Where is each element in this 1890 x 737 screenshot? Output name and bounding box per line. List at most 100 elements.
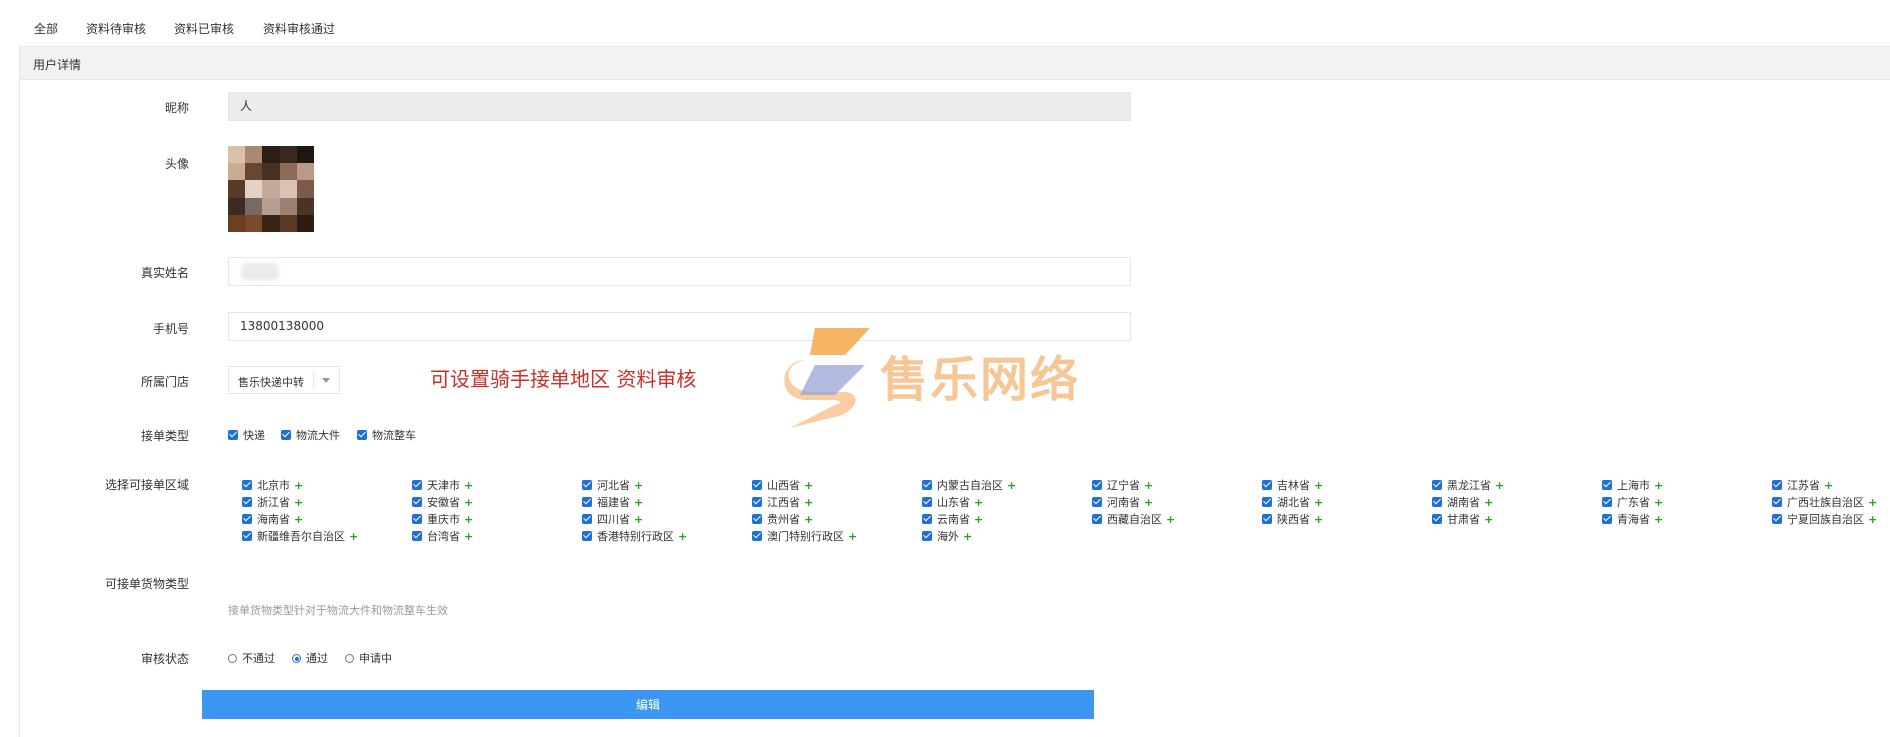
plus-icon[interactable]: +: [294, 479, 303, 492]
region-checkbox[interactable]: 四川省 +: [582, 511, 643, 527]
tab-pending-review[interactable]: 资料待审核: [86, 20, 146, 37]
region-checkbox[interactable]: 香港特别行政区 +: [582, 528, 687, 544]
review-status-rejected[interactable]: 不通过: [228, 650, 275, 666]
region-checkbox[interactable]: 青海省 +: [1602, 511, 1663, 527]
region-label: 湖北省: [1277, 496, 1310, 509]
plus-icon[interactable]: +: [1654, 513, 1663, 526]
order-type-express[interactable]: 快递: [228, 427, 265, 443]
plus-icon[interactable]: +: [464, 530, 473, 543]
region-checkbox[interactable]: 河北省 +: [582, 477, 643, 493]
region-checkbox[interactable]: 山东省 +: [922, 494, 983, 510]
plus-icon[interactable]: +: [1314, 479, 1323, 492]
plus-icon[interactable]: +: [1824, 479, 1833, 492]
plus-icon[interactable]: +: [1166, 513, 1175, 526]
plus-icon[interactable]: +: [1654, 496, 1663, 509]
real-name-field[interactable]: [228, 257, 1131, 286]
plus-icon[interactable]: +: [974, 513, 983, 526]
region-checkbox[interactable]: 广东省 +: [1602, 494, 1663, 510]
region-checkbox[interactable]: 辽宁省 +: [1092, 477, 1153, 493]
plus-icon[interactable]: +: [804, 513, 813, 526]
plus-icon[interactable]: +: [1495, 479, 1504, 492]
plus-icon[interactable]: +: [1314, 496, 1323, 509]
tab-all[interactable]: 全部: [34, 20, 58, 37]
region-checkbox[interactable]: 海南省 +: [242, 511, 303, 527]
region-checkbox[interactable]: 澳门特别行政区 +: [752, 528, 857, 544]
plus-icon[interactable]: +: [294, 513, 303, 526]
checkbox-checked-icon: [1432, 480, 1442, 490]
plus-icon[interactable]: +: [464, 513, 473, 526]
region-checkbox[interactable]: 河南省 +: [1092, 494, 1153, 510]
checkbox-checked-icon: [1092, 480, 1102, 490]
edit-button[interactable]: 编辑: [202, 690, 1094, 719]
order-type-large-freight[interactable]: 物流大件: [281, 427, 340, 443]
plus-icon[interactable]: +: [1144, 496, 1153, 509]
region-checkbox[interactable]: 福建省 +: [582, 494, 643, 510]
plus-icon[interactable]: +: [634, 513, 643, 526]
region-checkbox[interactable]: 北京市 +: [242, 477, 303, 493]
store-select-value: 售乐快递中转: [238, 376, 304, 389]
region-checkbox[interactable]: 上海市 +: [1602, 477, 1663, 493]
plus-icon[interactable]: +: [804, 496, 813, 509]
plus-icon[interactable]: +: [974, 496, 983, 509]
plus-icon[interactable]: +: [848, 530, 857, 543]
plus-icon[interactable]: +: [1144, 479, 1153, 492]
region-checkbox[interactable]: 黑龙江省 +: [1432, 477, 1504, 493]
plus-icon[interactable]: +: [634, 479, 643, 492]
checkbox-checked-icon: [228, 430, 238, 440]
plus-icon[interactable]: +: [1654, 479, 1663, 492]
nickname-label: 昵称: [164, 101, 189, 115]
nickname-field[interactable]: 人: [228, 92, 1131, 121]
region-checkbox[interactable]: 浙江省 +: [242, 494, 303, 510]
region-label: 北京市: [257, 479, 290, 492]
plus-icon[interactable]: +: [1484, 496, 1493, 509]
region-checkbox[interactable]: 西藏自治区 +: [1092, 511, 1175, 527]
region-checkbox[interactable]: 新疆维吾尔自治区 +: [242, 528, 358, 544]
checkbox-checked-icon: [582, 480, 592, 490]
plus-icon[interactable]: +: [634, 496, 643, 509]
panel-title: 用户详情: [33, 58, 82, 72]
region-checkbox[interactable]: 台湾省 +: [412, 528, 473, 544]
tab-review-passed[interactable]: 资料审核通过: [263, 20, 335, 37]
plus-icon[interactable]: +: [678, 530, 687, 543]
region-checkbox[interactable]: 山西省 +: [752, 477, 813, 493]
review-status-applying[interactable]: 申请中: [345, 650, 392, 666]
plus-icon[interactable]: +: [349, 530, 358, 543]
region-checkbox[interactable]: 湖北省 +: [1262, 494, 1323, 510]
region-checkbox[interactable]: 宁夏回族自治区 +: [1772, 511, 1877, 527]
region-label: 河南省: [1107, 496, 1140, 509]
plus-icon[interactable]: +: [1868, 513, 1877, 526]
region-checkbox[interactable]: 甘肃省 +: [1432, 511, 1493, 527]
plus-icon[interactable]: +: [963, 530, 972, 543]
plus-icon[interactable]: +: [464, 479, 473, 492]
region-checkbox[interactable]: 陕西省 +: [1262, 511, 1323, 527]
avatar: [228, 146, 314, 232]
plus-icon[interactable]: +: [1484, 513, 1493, 526]
plus-icon[interactable]: +: [294, 496, 303, 509]
region-checkbox[interactable]: 海外 +: [922, 528, 972, 544]
region-label: 黑龙江省: [1447, 479, 1491, 492]
plus-icon[interactable]: +: [1868, 496, 1877, 509]
store-select[interactable]: 售乐快递中转: [228, 366, 340, 394]
tab-reviewed[interactable]: 资料已审核: [174, 20, 234, 37]
region-label: 广东省: [1617, 496, 1650, 509]
checkbox-checked-icon: [922, 514, 932, 524]
region-checkbox[interactable]: 云南省 +: [922, 511, 983, 527]
order-type-full-truck[interactable]: 物流整车: [357, 427, 416, 443]
plus-icon[interactable]: +: [1007, 479, 1016, 492]
review-status-passed[interactable]: 通过: [292, 650, 328, 666]
region-checkbox[interactable]: 内蒙古自治区 +: [922, 477, 1016, 493]
region-checkbox[interactable]: 贵州省 +: [752, 511, 813, 527]
region-checkbox[interactable]: 安徽省 +: [412, 494, 473, 510]
region-checkbox[interactable]: 重庆市 +: [412, 511, 473, 527]
plus-icon[interactable]: +: [804, 479, 813, 492]
region-checkbox[interactable]: 江苏省 +: [1772, 477, 1833, 493]
region-checkbox[interactable]: 江西省 +: [752, 494, 813, 510]
plus-icon[interactable]: +: [464, 496, 473, 509]
status-tabs: 全部 资料待审核 资料已审核 资料审核通过: [0, 0, 1890, 46]
region-checkbox[interactable]: 天津市 +: [412, 477, 473, 493]
region-checkbox[interactable]: 湖南省 +: [1432, 494, 1493, 510]
order-type-label: 接单类型: [140, 429, 189, 443]
plus-icon[interactable]: +: [1314, 513, 1323, 526]
region-checkbox[interactable]: 广西壮族自治区 +: [1772, 494, 1877, 510]
region-checkbox[interactable]: 吉林省 +: [1262, 477, 1323, 493]
